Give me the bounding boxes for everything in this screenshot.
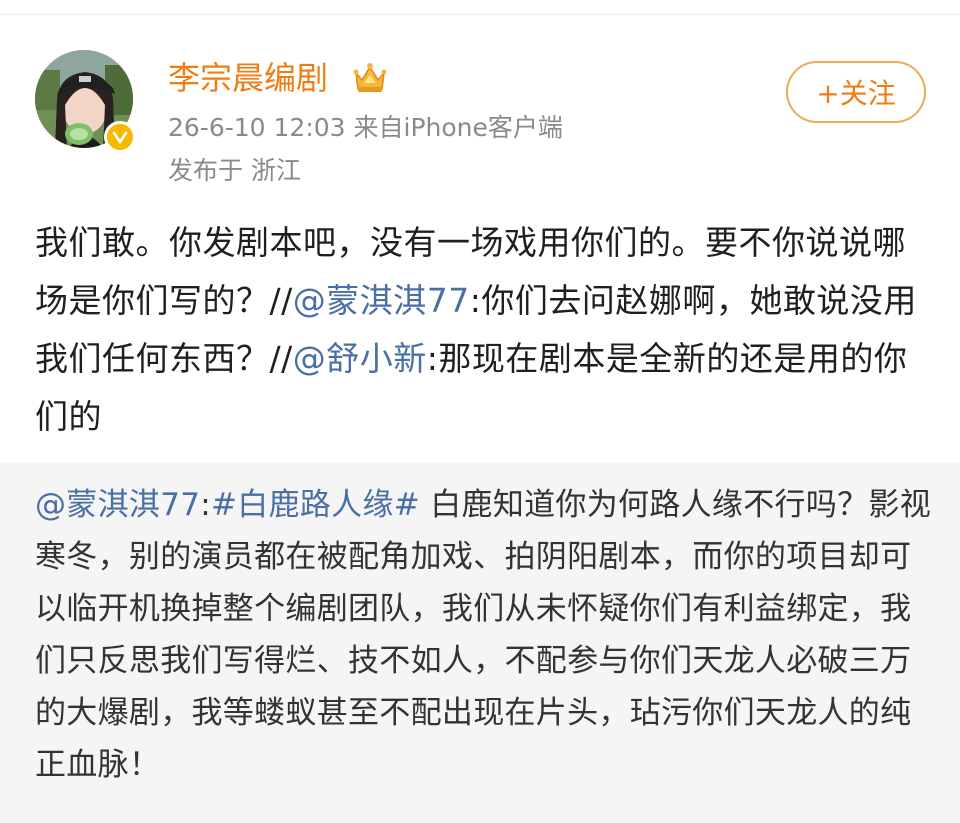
- repost-body: @蒙淇淇77:#白鹿路人缘# 白鹿知道你为何路人缘不行吗？影视寒冬，别的演员都在…: [35, 479, 935, 791]
- post-meta: 26-6-10 12:03 来自iPhone客户端: [168, 113, 563, 142]
- verified-badge-icon: [104, 121, 136, 153]
- crown-icon[interactable]: [350, 61, 390, 95]
- weibo-post-screen: 李宗晨编剧 26-6-10 12:03 来自iPhone客户端 发布于 浙江 +…: [0, 0, 960, 823]
- text-segment: 白鹿知道你为何路人缘不行吗？影视寒冬，别的演员都在被配角加戏、拍阴阳剧本，而你的…: [35, 487, 932, 783]
- follow-button[interactable]: +关注: [786, 61, 926, 123]
- text-segment: :: [200, 487, 211, 523]
- author-name[interactable]: 李宗晨编剧: [168, 58, 328, 98]
- post-location: 发布于 浙江: [168, 156, 301, 185]
- post-header: 李宗晨编剧 26-6-10 12:03 来自iPhone客户端 发布于 浙江 +…: [0, 0, 960, 200]
- hashtag-link[interactable]: #白鹿路人缘#: [211, 487, 420, 523]
- mention-link[interactable]: @舒小新: [293, 339, 427, 378]
- post-body: 我们敢。你发剧本吧，没有一场戏用你们的。要不你说说哪场是你们写的？//@蒙淇淇7…: [35, 214, 935, 446]
- mention-link[interactable]: @蒙淇淇77: [35, 487, 200, 523]
- mention-link[interactable]: @蒙淇淇77: [293, 281, 470, 320]
